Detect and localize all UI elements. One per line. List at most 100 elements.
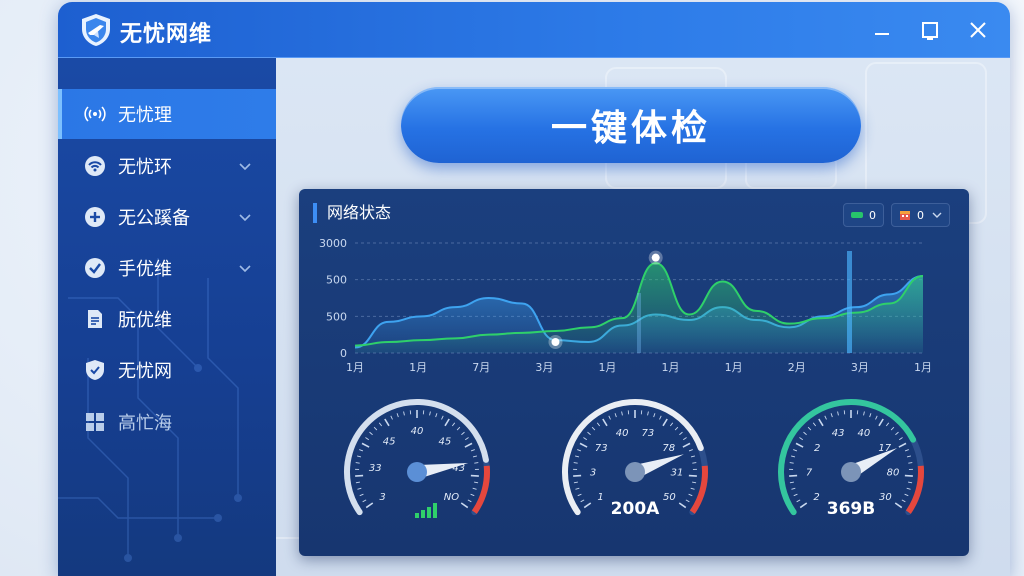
gauge-tick (659, 415, 662, 420)
legend-dropdown[interactable]: 0 (891, 203, 950, 227)
gauge-tick (837, 411, 839, 416)
highlight-point (651, 253, 660, 262)
gauge-progress (344, 399, 489, 516)
gauge-tick (885, 422, 890, 427)
gauge-tick-label: 40 (858, 428, 871, 439)
gauge-tick-label: 2 (814, 443, 820, 454)
signal-bar (421, 510, 425, 518)
gauge-tick (369, 431, 373, 436)
gauge-1: 33345404543NO (344, 399, 490, 518)
gauge-tick (647, 411, 649, 416)
x-tick-label: 7月 (472, 361, 490, 374)
chevron-down-icon (932, 210, 942, 220)
gauge-tick (461, 431, 465, 436)
signal-bar (433, 503, 437, 518)
gauge-tick (621, 411, 623, 416)
gauge-tick (803, 431, 807, 436)
main-content: 一键体检 网络状态 0 0 3000 500 500 0 1月 1月 7月 3月 1月 1月 1月 2… (276, 58, 1010, 576)
legend-green-toggle[interactable]: 0 (843, 203, 884, 227)
one-click-check-button[interactable]: 一键体检 (401, 87, 861, 163)
gauge-tick (685, 499, 690, 503)
gauge-tick (591, 426, 596, 431)
x-tick-label: 1月 (409, 361, 427, 374)
gauge-tick (355, 474, 364, 477)
title-bar: 无忧网维 (58, 2, 1010, 58)
x-tick-label: 3月 (851, 361, 869, 374)
gauge-tick (587, 431, 591, 436)
gauge-tick (662, 418, 668, 427)
gauge-tick (577, 493, 582, 497)
gauge-tick (890, 426, 895, 431)
gauge-tick-label: 2 (813, 492, 819, 503)
gauge-tick (470, 493, 475, 497)
gauge-hub (625, 462, 645, 482)
gauge-tick (863, 411, 865, 416)
gauge-tick (355, 481, 360, 484)
gauge-tick-label: 3 (379, 492, 385, 503)
gauge-tick (373, 426, 378, 431)
gauge-tick (904, 474, 913, 477)
gauge-tick (908, 462, 913, 464)
gauge-2: 1 3 73 40 73 78 31 50200A (562, 399, 708, 519)
gauge-tick (579, 442, 588, 448)
gauge-tick (690, 455, 696, 458)
gauge-tick (688, 493, 693, 497)
maximize-button[interactable] (918, 18, 942, 42)
gauge-tick (583, 437, 588, 441)
sidebar-item-label: 无忧环 (118, 157, 172, 178)
gauge-tick (362, 499, 367, 503)
maximize-icon (922, 22, 938, 40)
gauge-tick (614, 413, 617, 418)
gauge-tick (682, 442, 691, 448)
minimize-button[interactable] (870, 18, 894, 42)
y-tick-label: 0 (340, 347, 347, 360)
legend-value: 0 (869, 208, 876, 222)
gauge-tick (875, 415, 878, 420)
sidebar-item-wuyouwang[interactable]: 无忧网 (58, 345, 276, 395)
gauge-tick (384, 418, 390, 427)
app-window: 无忧网维 无忧理 无忧环 无公蹊备 手优维 朊优维 无忧网 高忙海 一键体检 网… (58, 2, 1010, 576)
x-tick-label: 2月 (788, 361, 806, 374)
sidebar-item-wuyouhuan[interactable]: 无忧环 (58, 141, 276, 191)
gauge-tick (908, 481, 913, 484)
gauge-tick (460, 502, 469, 509)
gauge-tick (824, 415, 827, 420)
gauge-tick (799, 437, 804, 441)
gauge-tick-label: 80 (887, 467, 900, 478)
sidebar-item-label: 高忙海 (118, 413, 172, 434)
gauge-tick (359, 493, 364, 497)
gauge-tick (435, 413, 438, 418)
sidebar-item-document[interactable]: 朊优维 (58, 294, 276, 344)
sidebar-item-gaomanghai[interactable]: 高忙海 (58, 397, 276, 447)
network-status-panel: 网络状态 0 0 3000 500 500 0 1月 1月 7月 3月 1月 1月 1月 2月 3月 1月… (299, 189, 969, 556)
chevron-down-icon (238, 209, 252, 223)
gauge-tick (807, 426, 812, 431)
gauge-tick-label: 45 (439, 437, 452, 448)
gauge-tick (904, 493, 909, 497)
gauge-tick (791, 487, 796, 490)
sidebar-item-wugongxibei[interactable]: 无公蹊备 (58, 192, 276, 242)
gauge-tick-label: NO (444, 492, 459, 503)
gauge-tick-label: 30 (879, 492, 892, 503)
sidebar-item-wuyouli[interactable]: 无忧理 (58, 89, 276, 139)
gauge-tick (429, 411, 431, 416)
gauge-tick (692, 481, 697, 484)
gauge-tick (796, 499, 801, 503)
sidebar-item-label: 手优维 (118, 259, 172, 280)
gauge-tick (898, 437, 903, 441)
chevron-down-icon (238, 260, 252, 274)
gauge-tick (378, 422, 383, 427)
gauge-tick (901, 499, 906, 503)
gauge-tick (573, 481, 578, 484)
gauge-tick (895, 431, 899, 436)
gauge-tick (580, 499, 585, 503)
gauge-tick-label: 1 (597, 492, 603, 503)
gauge-tick (869, 413, 872, 418)
gauge-progress (562, 399, 704, 516)
gauge-tick (472, 487, 477, 490)
gauge-tick (653, 413, 656, 418)
gauge-tick (365, 502, 374, 509)
gauge-tick (692, 462, 697, 464)
sidebar-item-shouyouwei[interactable]: 手优维 (58, 243, 276, 293)
close-button[interactable] (966, 18, 990, 42)
